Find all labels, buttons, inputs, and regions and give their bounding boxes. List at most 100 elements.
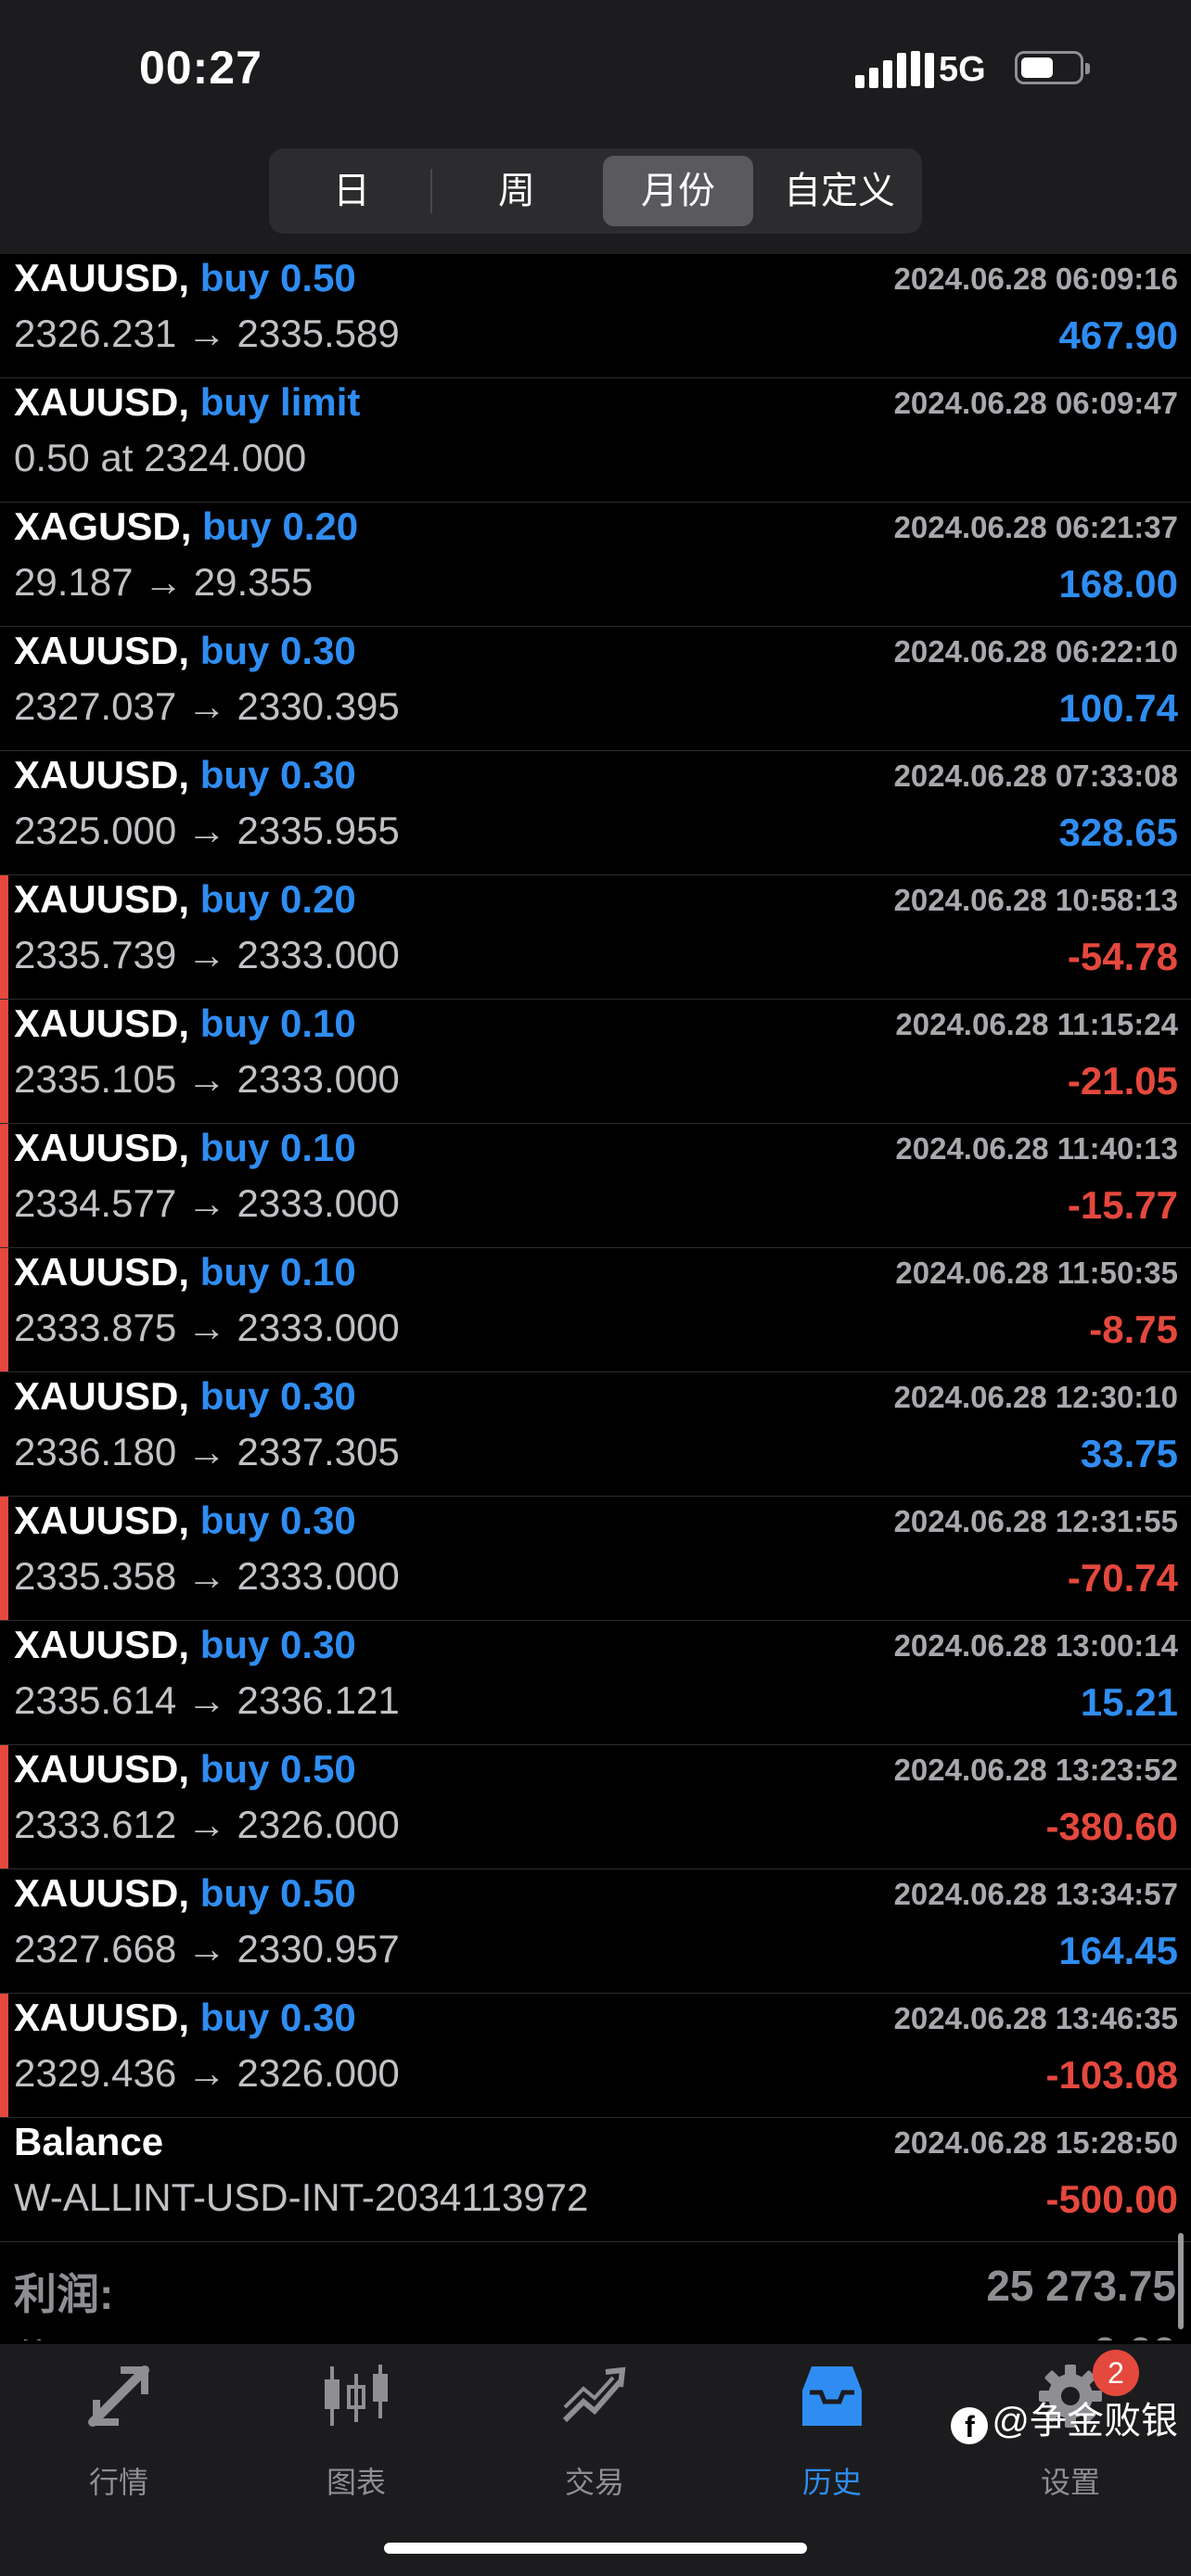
order-prices: 2335.358 → 2333.000 — [14, 1554, 400, 1598]
order-prices: 2333.875 → 2333.000 — [14, 1306, 400, 1349]
order-time: 2024.06.28 15:28:50 — [893, 2125, 1178, 2160]
order-prices: 2327.037 → 2330.395 — [14, 684, 400, 728]
order-time: 2024.06.28 13:00:14 — [893, 1628, 1178, 1663]
order-action: buy 0.30 — [199, 629, 356, 672]
home-indicator[interactable] — [384, 2543, 807, 2554]
order-time: 2024.06.28 11:15:24 — [895, 1007, 1178, 1041]
credit-value: 0.00 — [1093, 2327, 1176, 2340]
order-row[interactable]: Balance W-ALLINT-USD-INT-2034113972 2024.… — [0, 2118, 1191, 2242]
order-title: XAUUSD, buy 0.30 — [14, 1498, 356, 1543]
order-row[interactable]: XAUUSD, buy 0.30 2327.037 → 2330.395 2024.… — [0, 627, 1191, 751]
order-action: buy 0.30 — [199, 1996, 356, 2039]
order-prices: 2333.612 → 2326.000 — [14, 1803, 400, 1846]
symbol: XAUUSD, — [14, 1996, 190, 2039]
order-action: buy 0.50 — [199, 1747, 356, 1791]
order-row[interactable]: XAUUSD, buy 0.50 2326.231 → 2335.589 2024.… — [0, 254, 1191, 378]
history-list: XAUUSD, buy 0.50 2326.231 → 2335.589 2024.… — [0, 254, 1191, 2242]
order-prices: 2326.231 → 2335.589 — [14, 312, 400, 355]
watermark: f @争金败银 — [951, 2391, 1178, 2444]
order-prices: 0.50 at 2324.000 — [14, 436, 307, 479]
order-title: XAUUSD, buy 0.10 — [14, 1126, 356, 1170]
order-action: buy 0.20 — [199, 877, 356, 921]
symbol: Balance — [14, 2120, 164, 2163]
order-title: XAUUSD, buy 0.30 — [14, 1623, 356, 1667]
order-row[interactable]: XAUUSD, buy 0.20 2335.739 → 2333.000 2024.… — [0, 875, 1191, 1000]
order-profit: -103.08 — [1045, 2053, 1178, 2097]
order-row[interactable]: XAUUSD, buy 0.50 2333.612 → 2326.000 2024.… — [0, 1745, 1191, 1869]
symbol: XAGUSD, — [14, 504, 192, 548]
order-time: 2024.06.28 06:09:47 — [893, 386, 1178, 420]
profit-value: 25 273.75 — [986, 2262, 1176, 2310]
symbol: XAUUSD, — [14, 753, 190, 797]
summary-panel: 利润: 25 273.75 信用: 0.00 — [0, 2248, 1191, 2340]
order-time: 2024.06.28 06:22:10 — [893, 634, 1178, 669]
order-title: XAUUSD, buy 0.50 — [14, 256, 356, 300]
order-profit: 33.75 — [1080, 1432, 1178, 1475]
order-action: buy 0.10 — [199, 1001, 356, 1045]
credit-label: 信用: — [14, 2327, 113, 2340]
order-title: Balance — [14, 2120, 163, 2164]
period-tab-month[interactable]: 月份 — [603, 156, 753, 226]
symbol: XAUUSD, — [14, 1126, 190, 1169]
order-row[interactable]: XAUUSD, buy 0.30 2335.614 → 2336.121 2024.… — [0, 1621, 1191, 1745]
order-time: 2024.06.28 11:40:13 — [895, 1131, 1178, 1166]
order-row[interactable]: XAGUSD, buy 0.20 29.187 → 29.355 2024.06.2… — [0, 503, 1191, 627]
order-row[interactable]: XAUUSD, buy 0.10 2333.875 → 2333.000 2024.… — [0, 1248, 1191, 1372]
order-prices: 2335.105 → 2333.000 — [14, 1057, 400, 1101]
order-row[interactable]: XAUUSD, buy 0.10 2335.105 → 2333.000 2024.… — [0, 1000, 1191, 1124]
order-time: 2024.06.28 06:21:37 — [893, 510, 1178, 544]
order-action: buy 0.30 — [199, 1498, 356, 1542]
tab-history[interactable]: 历史 — [739, 2361, 925, 2499]
order-row[interactable]: XAUUSD, buy 0.30 2336.180 → 2337.305 2024.… — [0, 1372, 1191, 1497]
quotes-arrows-icon — [88, 2366, 149, 2427]
tab-charts[interactable]: 图表 — [263, 2361, 449, 2499]
order-row[interactable]: XAUUSD, buy 0.30 2325.000 → 2335.955 2024.… — [0, 751, 1191, 875]
order-title: XAUUSD, buy 0.30 — [14, 1374, 356, 1419]
order-prices: 2335.739 → 2333.000 — [14, 933, 400, 976]
order-prices: W-ALLINT-USD-INT-2034113972 — [14, 2175, 589, 2219]
order-action: buy 0.10 — [199, 1250, 356, 1294]
profit-label: 利润: — [14, 2270, 114, 2318]
loss-indicator — [0, 1497, 8, 1620]
symbol: XAUUSD, — [14, 877, 190, 921]
order-profit: -15.77 — [1067, 1183, 1178, 1227]
symbol: XAUUSD, — [14, 1001, 190, 1045]
scrollbar[interactable] — [1178, 2233, 1184, 2329]
order-row[interactable]: XAUUSD, buy 0.10 2334.577 → 2333.000 2024.… — [0, 1124, 1191, 1248]
tab-trade-label: 交易 — [564, 2466, 624, 2499]
order-row[interactable]: XAUUSD, buy limit 0.50 at 2324.000 2024.06… — [0, 378, 1191, 503]
loss-indicator — [0, 1248, 8, 1371]
order-prices: 2329.436 → 2326.000 — [14, 2051, 400, 2095]
order-time: 2024.06.28 12:31:55 — [893, 1504, 1178, 1538]
order-profit: -500.00 — [1045, 2177, 1178, 2221]
loss-indicator — [0, 1745, 8, 1868]
order-title: XAUUSD, buy 0.30 — [14, 753, 356, 797]
order-profit: -70.74 — [1067, 1556, 1178, 1600]
order-title: XAUUSD, buy 0.10 — [14, 1001, 356, 1046]
order-row[interactable]: XAUUSD, buy 0.50 2327.668 → 2330.957 2024.… — [0, 1869, 1191, 1994]
order-title: XAUUSD, buy 0.50 — [14, 1747, 356, 1792]
candlestick-icon — [325, 2365, 388, 2426]
order-title: XAUUSD, buy 0.30 — [14, 1996, 356, 2040]
period-tab-custom[interactable]: 自定义 — [764, 156, 915, 226]
order-time: 2024.06.28 12:30:10 — [893, 1380, 1178, 1414]
order-time: 2024.06.28 13:46:35 — [893, 2001, 1178, 2035]
order-prices: 2325.000 → 2335.955 — [14, 809, 400, 852]
order-title: XAUUSD, buy 0.10 — [14, 1250, 356, 1294]
order-row[interactable]: XAUUSD, buy 0.30 2329.436 → 2326.000 2024.… — [0, 1994, 1191, 2118]
tab-trade[interactable]: 交易 — [502, 2361, 687, 2499]
order-action: buy 0.30 — [199, 753, 356, 797]
order-profit: 164.45 — [1058, 1929, 1178, 1972]
period-tab-day[interactable]: 日 — [276, 156, 427, 226]
period-tab-week[interactable]: 周 — [442, 156, 592, 226]
order-time: 2024.06.28 10:58:13 — [893, 883, 1178, 917]
order-action: buy 0.50 — [199, 1871, 356, 1915]
symbol: XAUUSD, — [14, 1374, 190, 1418]
order-profit: 168.00 — [1058, 562, 1178, 606]
order-prices: 2327.668 → 2330.957 — [14, 1927, 400, 1970]
symbol: XAUUSD, — [14, 1250, 190, 1294]
order-row[interactable]: XAUUSD, buy 0.30 2335.358 → 2333.000 2024.… — [0, 1497, 1191, 1621]
order-profit: 328.65 — [1058, 810, 1178, 854]
tab-quotes[interactable]: 行情 — [26, 2361, 211, 2499]
order-profit: 467.90 — [1058, 313, 1178, 357]
